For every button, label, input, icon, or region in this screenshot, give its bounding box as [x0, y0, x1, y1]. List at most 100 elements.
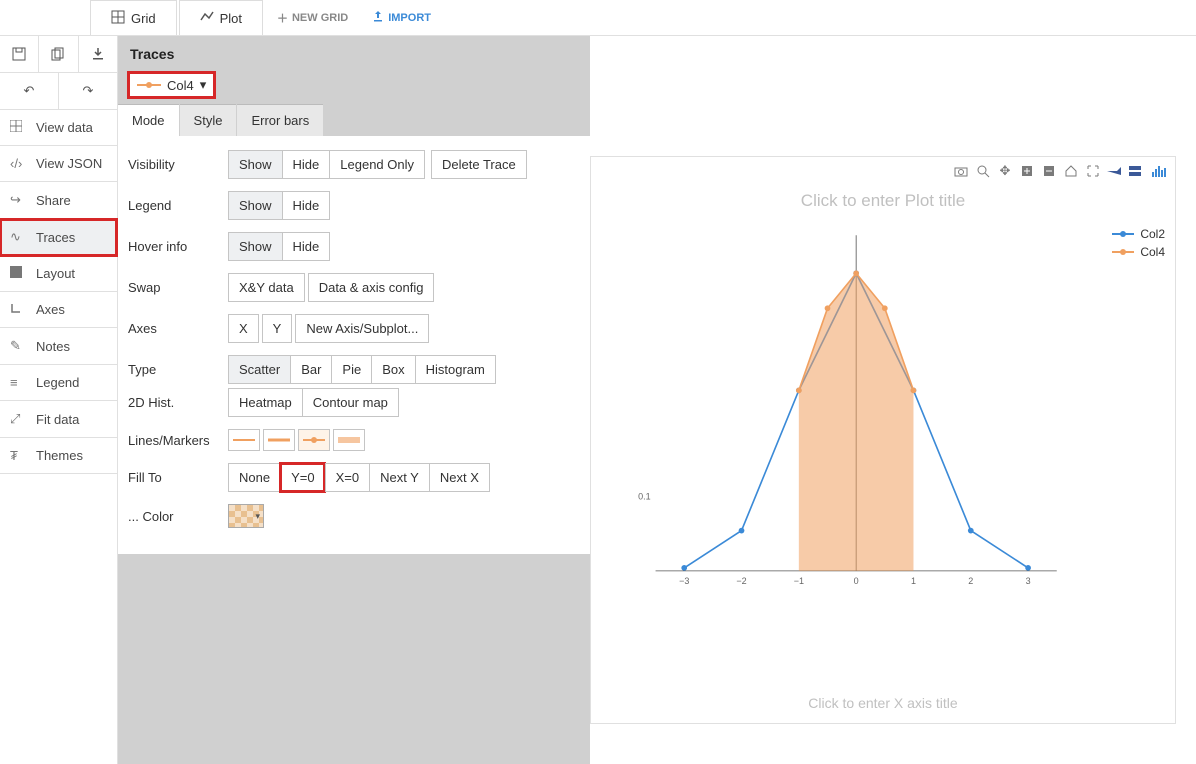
- copy-icon[interactable]: [39, 36, 78, 72]
- sidebar-item-legend[interactable]: ≡Legend: [0, 365, 117, 401]
- zoom-icon[interactable]: [975, 163, 991, 179]
- type-box[interactable]: Box: [371, 355, 414, 384]
- hover-hide[interactable]: Hide: [282, 232, 331, 261]
- share-icon: ↪: [10, 192, 28, 208]
- plot-icon: [200, 10, 214, 27]
- hover-show[interactable]: Show: [228, 232, 282, 261]
- fill-nexty[interactable]: Next Y: [369, 463, 429, 492]
- plot-title-placeholder[interactable]: Click to enter Plot title: [591, 191, 1175, 211]
- swap-xy[interactable]: X&Y data: [228, 273, 305, 302]
- fit-icon: ⤢: [10, 411, 28, 427]
- subtab-style[interactable]: Style: [180, 104, 237, 136]
- visibility-legend-only[interactable]: Legend Only: [329, 150, 425, 179]
- lm-line-thick[interactable]: [263, 429, 295, 451]
- trace-selector-label: Col4: [167, 78, 194, 93]
- visibility-label: Visibility: [128, 157, 228, 172]
- type-contour[interactable]: Contour map: [302, 388, 399, 417]
- type-pie[interactable]: Pie: [331, 355, 371, 384]
- legend-swatch: [1112, 251, 1134, 253]
- tab-grid[interactable]: Grid: [90, 0, 177, 35]
- sidebar-item-notes[interactable]: ✎Notes: [0, 328, 117, 365]
- table-icon: [10, 120, 28, 135]
- import-button[interactable]: IMPORT: [360, 10, 443, 25]
- svg-text:0.1: 0.1: [638, 492, 651, 502]
- layout-icon: [10, 266, 28, 281]
- plus-icon: ＋: [277, 10, 288, 26]
- axes-y[interactable]: Y: [262, 314, 293, 343]
- sidebar-item-themes[interactable]: ₮Themes: [0, 438, 117, 474]
- chart-svg: −3−2−101230.1: [631, 227, 1155, 604]
- legend-hide[interactable]: Hide: [282, 191, 331, 220]
- swap-label: Swap: [128, 280, 228, 295]
- svg-text:0: 0: [854, 576, 859, 586]
- sidebar-item-axes[interactable]: Axes: [0, 292, 117, 328]
- zoom-out-icon[interactable]: [1041, 163, 1057, 179]
- sidebar-item-share[interactable]: ↪Share: [0, 182, 117, 219]
- sidebar-item-fit-data[interactable]: ⤢Fit data: [0, 401, 117, 438]
- color-label: ... Color: [128, 509, 228, 524]
- zoom-in-icon[interactable]: [1019, 163, 1035, 179]
- home-icon[interactable]: [1063, 163, 1079, 179]
- pencil-icon: ✎: [10, 338, 28, 354]
- color-picker[interactable]: ▾: [228, 504, 264, 528]
- pan-icon[interactable]: ✥: [997, 163, 1013, 179]
- legend-item-col2[interactable]: Col2: [1112, 227, 1165, 241]
- sidebar-item-view-data[interactable]: View data: [0, 110, 117, 146]
- svg-text:−1: −1: [794, 576, 804, 586]
- fill-none[interactable]: None: [228, 463, 280, 492]
- plotly-logo-icon[interactable]: [1151, 163, 1167, 179]
- save-icon[interactable]: [0, 36, 39, 72]
- tab-plot-label: Plot: [220, 11, 242, 26]
- type-histogram[interactable]: Histogram: [415, 355, 496, 384]
- legend-show[interactable]: Show: [228, 191, 282, 220]
- x-axis-title-placeholder[interactable]: Click to enter X axis title: [591, 695, 1175, 711]
- type-heatmap[interactable]: Heatmap: [228, 388, 302, 417]
- code-icon: ‹/›: [10, 156, 28, 171]
- hover-compare-icon[interactable]: [1129, 163, 1145, 179]
- camera-icon[interactable]: [953, 163, 969, 179]
- svg-text:1: 1: [911, 576, 916, 586]
- axes-icon: [10, 302, 28, 317]
- swap-config[interactable]: Data & axis config: [308, 273, 435, 302]
- axes-x[interactable]: X: [228, 314, 259, 343]
- undo-icon[interactable]: ↶: [0, 73, 59, 109]
- autoscale-icon[interactable]: [1085, 163, 1101, 179]
- chevron-down-icon: ▾: [255, 511, 260, 522]
- sidebar-item-traces[interactable]: ∿Traces: [0, 219, 117, 256]
- new-grid-button[interactable]: ＋ NEW GRID: [265, 10, 360, 26]
- type2-label: 2D Hist.: [128, 395, 228, 410]
- tab-plot[interactable]: Plot: [179, 0, 263, 35]
- fill-to-label: Fill To: [128, 470, 228, 485]
- fill-y0[interactable]: Y=0: [280, 463, 325, 492]
- legend-swatch: [1112, 233, 1134, 235]
- subtab-mode[interactable]: Mode: [118, 104, 179, 136]
- svg-text:2: 2: [968, 576, 973, 586]
- type-label: Type: [128, 362, 228, 377]
- download-icon[interactable]: [79, 36, 117, 72]
- sidebar-item-layout[interactable]: Layout: [0, 256, 117, 292]
- subtab-error-bars[interactable]: Error bars: [237, 104, 323, 136]
- axes-new[interactable]: New Axis/Subplot...: [295, 314, 429, 343]
- hover-closest-icon[interactable]: [1107, 163, 1123, 179]
- legend-item-col4[interactable]: Col4: [1112, 245, 1165, 259]
- axes-label: Axes: [128, 321, 228, 336]
- visibility-hide[interactable]: Hide: [282, 150, 330, 179]
- themes-icon: ₮: [10, 448, 28, 463]
- tab-grid-label: Grid: [131, 11, 156, 26]
- lines-markers-label: Lines/Markers: [128, 433, 228, 448]
- plot-canvas[interactable]: ✥ Click to enter Plot title −3−2−101230.…: [590, 156, 1176, 724]
- trace-selector[interactable]: Col4 ▾: [128, 72, 215, 98]
- fill-nextx[interactable]: Next X: [429, 463, 490, 492]
- lm-area[interactable]: [333, 429, 365, 451]
- redo-icon[interactable]: ↷: [59, 73, 117, 109]
- lm-line[interactable]: [228, 429, 260, 451]
- delete-trace-button[interactable]: Delete Trace: [431, 150, 527, 179]
- visibility-show[interactable]: Show: [228, 150, 282, 179]
- traces-icon: ∿: [10, 229, 28, 245]
- type-scatter[interactable]: Scatter: [228, 355, 290, 384]
- type-bar[interactable]: Bar: [290, 355, 331, 384]
- lm-line-markers[interactable]: [298, 429, 330, 451]
- sidebar-item-view-json[interactable]: ‹/›View JSON: [0, 146, 117, 182]
- hover-label: Hover info: [128, 239, 228, 254]
- fill-x0[interactable]: X=0: [325, 463, 370, 492]
